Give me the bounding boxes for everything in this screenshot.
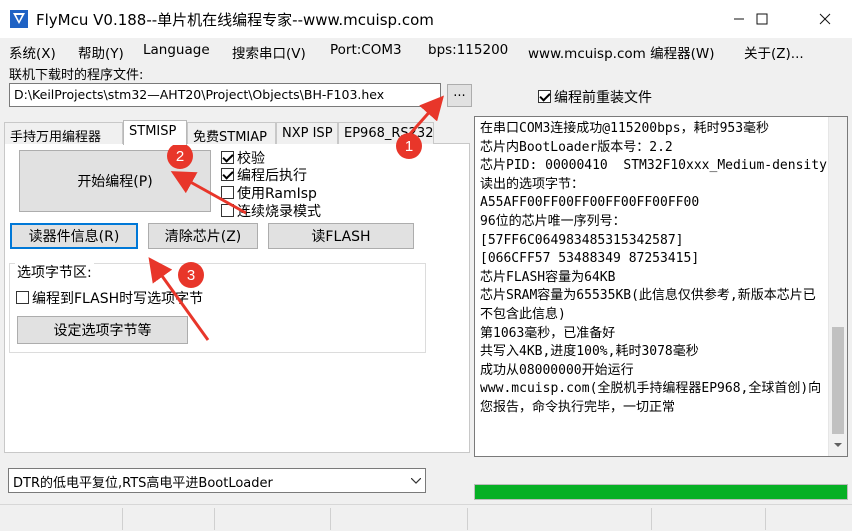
menu-bar: 系统(X) 帮助(Y) Language 搜索串口(V) Port:COM3 b…: [0, 38, 852, 62]
status-bar: [0, 504, 852, 531]
menu-system[interactable]: 系统(X): [9, 42, 56, 62]
run-after-program-checkbox[interactable]: 编程后执行: [221, 165, 307, 185]
checkbox-mark: [16, 291, 29, 304]
annotation-badge-2: 2: [167, 143, 193, 169]
maximize-icon: [756, 13, 768, 25]
annotation-badge-3: 3: [178, 262, 204, 288]
checkbox-mark: [221, 151, 234, 164]
chevron-down-icon[interactable]: [405, 468, 426, 493]
write-option-bytes-label: 编程到FLASH时写选项字节: [32, 291, 204, 307]
scroll-down-icon[interactable]: [833, 440, 843, 450]
reload-label: 编程前重装文件: [554, 90, 652, 106]
tab-stmisp[interactable]: STMISP: [123, 120, 187, 145]
program-file-label: 联机下载时的程序文件:: [9, 68, 144, 83]
tab-nxp-isp[interactable]: NXP ISP: [276, 122, 338, 144]
read-device-info-button[interactable]: 读器件信息(R): [10, 223, 138, 249]
status-separator: [467, 508, 468, 530]
file-path-field[interactable]: D:\KeilProjects\stm32—AHT20\Project\Obje…: [9, 83, 441, 107]
option-byte-title: 选项字节区:: [15, 262, 94, 282]
progress-bar: [474, 484, 848, 500]
status-separator: [122, 508, 123, 530]
annotation-badge-1: 1: [396, 133, 422, 159]
close-button[interactable]: [802, 0, 848, 38]
menu-help[interactable]: 帮助(Y): [78, 42, 124, 62]
status-separator: [651, 508, 652, 530]
continuous-burn-checkbox[interactable]: 连续烧录模式: [221, 201, 321, 221]
checkbox-mark: [221, 168, 234, 181]
use-ramisp-checkbox[interactable]: 使用RamIsp: [221, 183, 317, 203]
tab-handheld[interactable]: 手持万用编程器: [4, 122, 123, 145]
menu-search-port[interactable]: 搜索串口(V): [232, 42, 306, 62]
clear-chip-button[interactable]: 清除芯片(Z): [148, 223, 258, 249]
set-option-bytes-button[interactable]: 设定选项字节等: [17, 316, 188, 344]
status-separator: [765, 508, 766, 530]
reset-mode-select[interactable]: DTR的低电平复位,RTS高电平进BootLoader: [8, 468, 426, 493]
app-logo-icon: [10, 10, 28, 28]
window-title: FlyMcu V0.188--单片机在线编程专家--www.mcuisp.com: [36, 11, 434, 29]
menu-about[interactable]: 关于(Z)...: [744, 42, 804, 62]
log-output[interactable]: 在串口COM3连接成功@115200bps，耗时953毫秒 芯片内BootLoa…: [474, 116, 848, 457]
read-flash-button[interactable]: 读FLASH: [268, 223, 414, 249]
reload-before-program-checkbox[interactable]: 编程前重装文件: [538, 87, 652, 107]
checkbox-mark: [538, 90, 551, 103]
status-separator: [330, 508, 331, 530]
menu-baud[interactable]: bps:115200: [428, 42, 508, 58]
use-ramisp-label: 使用RamIsp: [237, 186, 317, 202]
maximize-button[interactable]: [739, 0, 785, 38]
progress-fill: [475, 485, 847, 499]
scroll-thumb[interactable]: [832, 327, 844, 434]
close-icon: [819, 13, 831, 25]
log-text: 在串口COM3连接成功@115200bps，耗时953毫秒 芯片内BootLoa…: [480, 121, 827, 415]
checkbox-mark: [221, 186, 234, 199]
menu-port[interactable]: Port:COM3: [330, 42, 402, 58]
tab-free-stmiap[interactable]: 免费STMIAP: [187, 122, 276, 145]
menu-programmer[interactable]: www.mcuisp.com 编程器(W): [528, 42, 714, 62]
menu-language[interactable]: Language: [143, 42, 210, 58]
run-after-label: 编程后执行: [237, 168, 307, 184]
status-separator: [214, 508, 215, 530]
continuous-burn-label: 连续烧录模式: [237, 204, 321, 220]
log-scrollbar[interactable]: [828, 117, 847, 456]
browse-button[interactable]: ...: [447, 84, 472, 107]
write-option-bytes-checkbox[interactable]: 编程到FLASH时写选项字节: [16, 288, 203, 308]
checkbox-mark: [221, 204, 234, 217]
